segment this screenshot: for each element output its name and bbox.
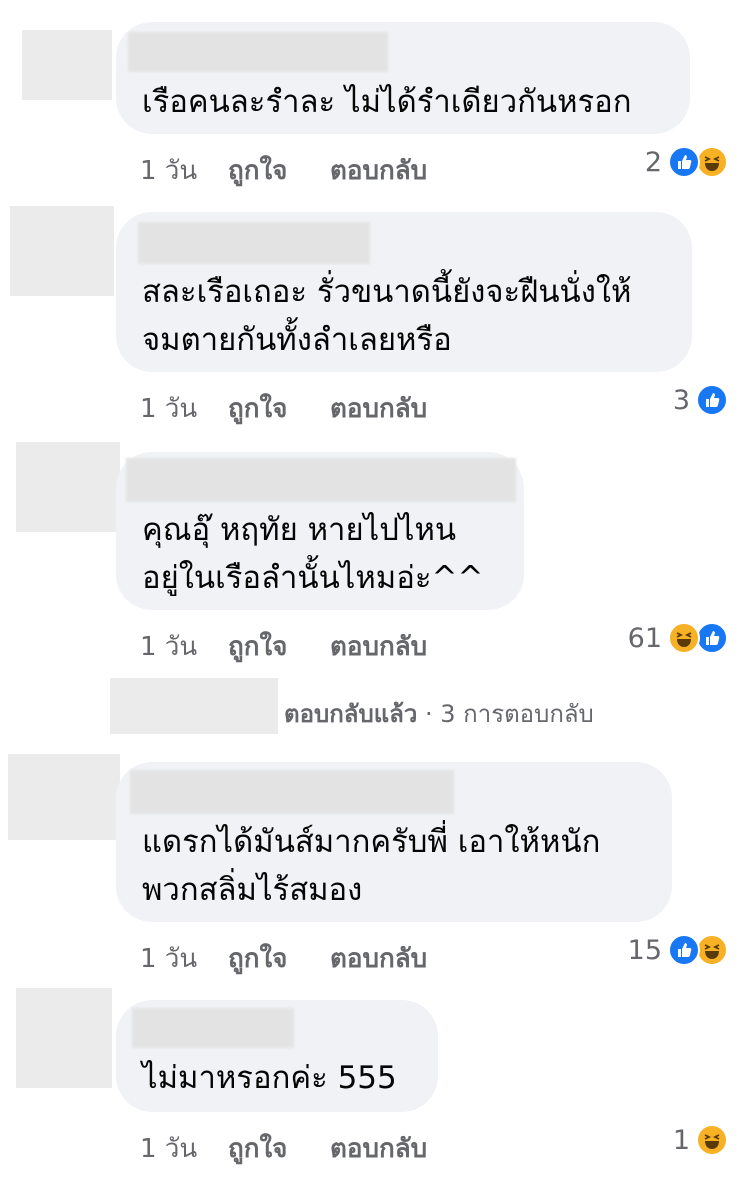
avatar[interactable] — [16, 988, 112, 1088]
reply-button[interactable]: ตอบกลับ — [330, 1128, 427, 1169]
avatar[interactable] — [22, 30, 112, 100]
like-icon — [696, 384, 728, 416]
reply-button[interactable]: ตอบกลับ — [330, 938, 427, 979]
commenter-name-redacted[interactable] — [138, 222, 370, 264]
like-button[interactable]: ถูกใจ — [228, 1128, 330, 1169]
reply-count: 3 การตอบกลับ — [440, 700, 594, 728]
reaction-count: 2 — [644, 146, 662, 178]
commenter-name-redacted[interactable] — [130, 770, 454, 814]
haha-icon — [696, 146, 728, 178]
reaction-summary[interactable]: 15 — [628, 934, 728, 966]
separator: · — [425, 700, 433, 728]
haha-icon — [696, 1124, 728, 1156]
reaction-summary[interactable]: 61 — [628, 622, 728, 654]
like-icon — [696, 622, 728, 654]
comment-actions: 1 วัน ถูกใจ ตอบกลับ — [140, 150, 427, 191]
reply-button[interactable]: ตอบกลับ — [330, 388, 427, 429]
reaction-summary[interactable]: 2 — [645, 146, 728, 178]
comment-bubble: แดรกได้มันส์มากครับพี่ เอาให้หนัก พวกสลิ… — [116, 762, 672, 922]
comment-text: เรือคนละรำละ ไม่ได้รำเดียวกันหรอก — [142, 84, 632, 120]
comment-text: ไม่มาหรอกค่ะ 555 — [142, 1060, 397, 1096]
like-icon — [668, 934, 700, 966]
comment-time[interactable]: 1 วัน — [140, 626, 228, 667]
comment-time[interactable]: 1 วัน — [140, 150, 228, 191]
comment-actions: 1 วัน ถูกใจ ตอบกลับ — [140, 938, 427, 979]
commenter-name-redacted[interactable] — [128, 32, 388, 72]
reaction-count: 1 — [672, 1124, 690, 1156]
comment-actions: 1 วัน ถูกใจ ตอบกลับ — [140, 388, 427, 429]
like-button[interactable]: ถูกใจ — [228, 388, 330, 429]
reply-button[interactable]: ตอบกลับ — [330, 150, 427, 191]
avatar[interactable] — [16, 442, 120, 532]
comment-time[interactable]: 1 วัน — [140, 388, 228, 429]
comment-bubble: ไม่มาหรอกค่ะ 555 — [116, 1000, 438, 1112]
comment-text-line: คุณอุ๊ หฤทัย หายไปไหน — [142, 512, 457, 548]
comment-bubble: คุณอุ๊ หฤทัย หายไปไหน อยู่ในเรือลำนั้นไห… — [116, 452, 524, 610]
comment-time[interactable]: 1 วัน — [140, 938, 228, 979]
like-button[interactable]: ถูกใจ — [228, 626, 330, 667]
like-button[interactable]: ถูกใจ — [228, 938, 330, 979]
comment-actions: 1 วัน ถูกใจ ตอบกลับ — [140, 626, 427, 667]
comment-text-line: จมตายกันทั้งลำเลยหรือ — [142, 322, 452, 358]
comment-text-line: แดรกได้มันส์มากครับพี่ เอาให้หนัก — [142, 824, 601, 860]
haha-icon — [668, 622, 700, 654]
commenter-name-redacted[interactable] — [132, 1008, 294, 1048]
reaction-count: 61 — [627, 622, 662, 654]
reaction-count: 15 — [627, 934, 662, 966]
like-button[interactable]: ถูกใจ — [228, 150, 330, 191]
comment-text-line: พวกสลิ่มไร้สมอง — [142, 872, 363, 908]
like-icon — [668, 146, 700, 178]
view-replies-link[interactable]: ตอบกลับแล้ว · 3 การตอบกลับ — [284, 694, 594, 733]
reaction-summary[interactable]: 1 — [673, 1124, 728, 1156]
comment-time[interactable]: 1 วัน — [140, 1128, 228, 1169]
commenter-name-redacted[interactable] — [126, 458, 516, 502]
avatar[interactable] — [10, 206, 114, 296]
haha-icon — [696, 934, 728, 966]
comment-bubble: สละเรือเถอะ รั่วขนาดนี้ยังจะฝืนนั่งให้ จ… — [116, 212, 692, 372]
replied-label: ตอบกลับแล้ว — [284, 700, 418, 728]
comment-bubble: เรือคนละรำละ ไม่ได้รำเดียวกันหรอก — [116, 22, 690, 134]
comment-actions: 1 วัน ถูกใจ ตอบกลับ — [140, 1128, 427, 1169]
comment-text-line: อยู่ในเรือลำนั้นไหมอ่ะ^^ — [142, 560, 484, 596]
reply-button[interactable]: ตอบกลับ — [330, 626, 427, 667]
reaction-count: 3 — [672, 384, 690, 416]
reaction-summary[interactable]: 3 — [673, 384, 728, 416]
reply-avatar[interactable] — [110, 678, 278, 734]
comment-text-line: สละเรือเถอะ รั่วขนาดนี้ยังจะฝืนนั่งให้ — [142, 274, 632, 310]
avatar[interactable] — [8, 754, 120, 840]
